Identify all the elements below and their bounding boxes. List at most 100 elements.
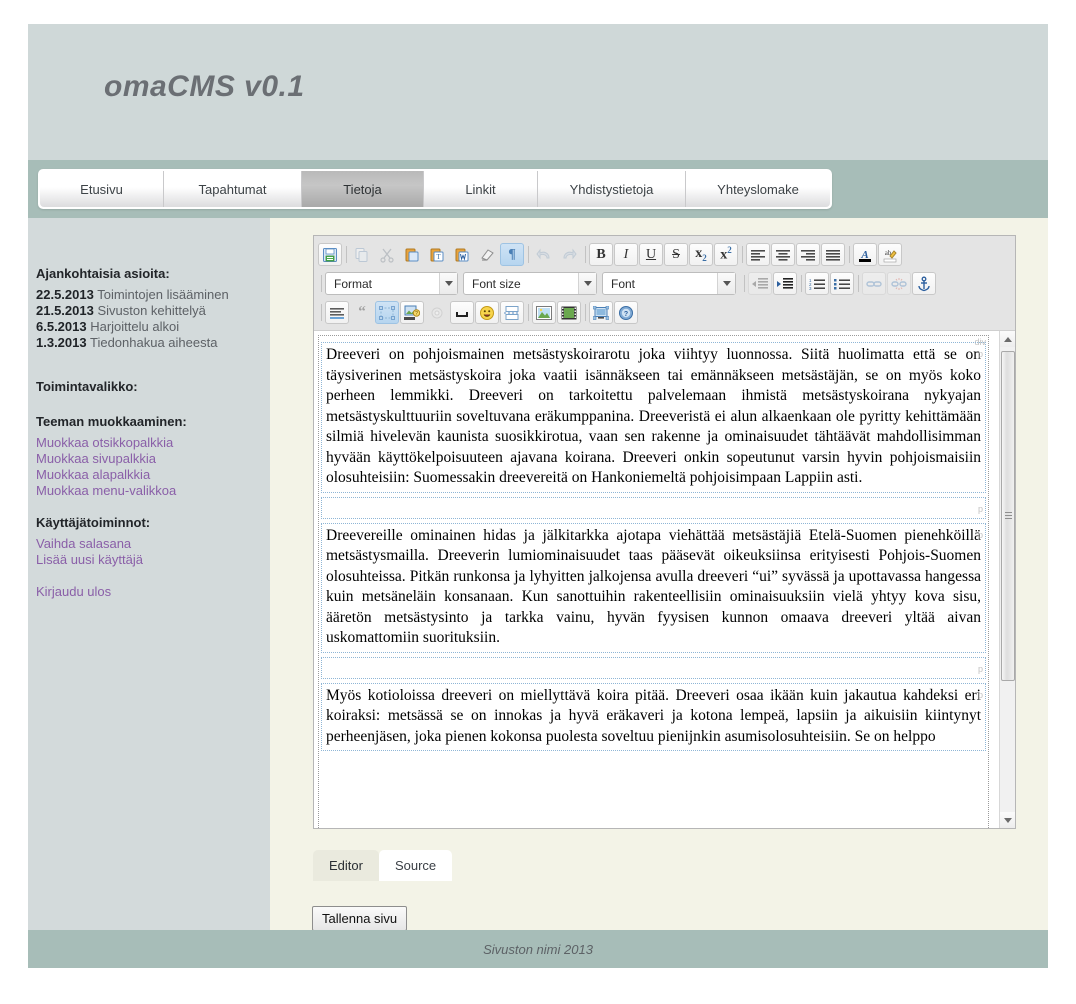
sidebar-user-links: Vaihda salasanaLisää uusi käyttäjä — [36, 536, 264, 568]
bulleted-list-icon[interactable] — [830, 272, 854, 295]
separator — [585, 304, 586, 321]
sidebar-item-muokkaa-menu-valikkoa[interactable]: Muokkaa menu-valikkoa — [36, 483, 264, 499]
site-footer: Sivuston nimi 2013 — [28, 930, 1048, 968]
indent-icon[interactable] — [773, 272, 797, 295]
sidebar-theme-heading: Teeman muokkaaminen: — [36, 414, 264, 429]
paste-icon[interactable] — [400, 243, 424, 266]
align-justify-icon[interactable] — [821, 243, 845, 266]
mode-tab-source[interactable]: Source — [379, 850, 452, 881]
bold-icon[interactable]: B — [589, 243, 613, 266]
content-panel: T ¶ — [270, 218, 1048, 930]
flash-icon[interactable] — [557, 301, 581, 324]
cut-icon[interactable] — [375, 243, 399, 266]
sidebar-item-lis-uusi-k-ytt-j[interactable]: Lisää uusi käyttäjä — [36, 552, 264, 568]
font-select[interactable]: Font — [602, 272, 736, 295]
sidebar-news-item: 6.5.2013 Harjoittelu alkoi — [36, 319, 264, 335]
unlink-icon[interactable] — [887, 272, 911, 295]
mode-tab-editor[interactable]: Editor — [313, 850, 379, 881]
scrollbar-thumb[interactable] — [1001, 351, 1015, 681]
outdent-icon[interactable] — [748, 272, 772, 295]
nav-tab-label: Tietoja — [343, 182, 382, 197]
remove-format-icon[interactable] — [475, 243, 499, 266]
sidebar-item-vaihda-salasana[interactable]: Vaihda salasana — [36, 536, 264, 552]
separator — [528, 304, 529, 321]
nav-tab-label: Yhteyslomake — [717, 182, 799, 197]
save-icon[interactable] — [318, 243, 342, 266]
sidebar-news-date: 6.5.2013 — [36, 319, 87, 334]
undo-icon[interactable] — [532, 243, 556, 266]
format-select[interactable]: Format — [325, 272, 458, 295]
image-properties-icon[interactable]: ? — [400, 301, 424, 324]
paste-as-text-icon[interactable]: T — [425, 243, 449, 266]
sidebar-item-muokkaa-sivupalkkia[interactable]: Muokkaa sivupalkkia — [36, 451, 264, 467]
rich-text-editor: T ¶ — [313, 235, 1016, 829]
editor-mode-tabs: Editor Source — [313, 850, 452, 881]
scroll-down-icon[interactable] — [1000, 812, 1015, 828]
editor-content-area[interactable]: div pDreeveri on pohjoismainen metsästys… — [314, 331, 1015, 828]
link-icon[interactable] — [862, 272, 886, 295]
editor-toolbar: T ¶ — [314, 236, 1015, 331]
editor-empty-paragraph[interactable]: p — [321, 657, 986, 679]
show-blocks-icon[interactable]: ¶ — [500, 243, 524, 266]
nav-tab-yhteyslomake[interactable]: Yhteyslomake — [686, 171, 830, 207]
about-icon[interactable]: ? — [614, 301, 638, 324]
editor-scrollbar[interactable] — [999, 331, 1015, 828]
subscript-icon[interactable]: x2 — [689, 243, 713, 266]
save-page-button[interactable]: Tallenna sivu — [312, 906, 407, 931]
editor-document-block[interactable]: div pDreeveri on pohjoismainen metsästys… — [318, 335, 989, 828]
anchor-icon[interactable] — [912, 272, 936, 295]
align-left-icon[interactable] — [746, 243, 770, 266]
paragraph-text: Myös kotioloissa dreeveri on miellyttävä… — [326, 687, 981, 745]
image-icon[interactable] — [532, 301, 556, 324]
block-tag-label: p — [978, 685, 983, 706]
create-div-icon[interactable] — [375, 301, 399, 324]
sidebar-user-block: Käyttäjätoiminnot: Vaihda salasanaLisää … — [36, 515, 264, 568]
text-color-icon[interactable]: A — [853, 243, 877, 266]
maximize-icon[interactable] — [589, 301, 613, 324]
toolbar-row-2: Format Font size Font — [318, 270, 1011, 297]
underline-icon[interactable]: U — [639, 243, 663, 266]
quote-icon[interactable]: “ — [350, 301, 374, 324]
nav-tab-linkit[interactable]: Linkit — [424, 171, 538, 207]
settings-icon[interactable] — [425, 301, 449, 324]
separator — [585, 246, 586, 263]
smiley-icon[interactable] — [475, 301, 499, 324]
sidebar-item-muokkaa-alapalkkia[interactable]: Muokkaa alapalkkia — [36, 467, 264, 483]
nbsp-icon[interactable] — [450, 301, 474, 324]
mode-tab-label: Source — [395, 858, 436, 873]
redo-icon[interactable] — [557, 243, 581, 266]
numbered-list-icon[interactable]: 123 — [805, 272, 829, 295]
editor-paragraph[interactable]: pDreeveri on pohjoismainen metsästyskoir… — [321, 342, 986, 493]
sidebar-item-logout[interactable]: Kirjaudu ulos — [36, 584, 264, 600]
editor-paragraph[interactable]: pDreevereille ominainen hidas ja jälkita… — [321, 523, 986, 653]
strikethrough-icon[interactable]: S — [664, 243, 688, 266]
blockquote-icon[interactable] — [325, 301, 349, 324]
italic-icon[interactable]: I — [614, 243, 638, 266]
font-size-select[interactable]: Font size — [463, 272, 597, 295]
nav-tab-etusivu[interactable]: Etusivu — [40, 171, 164, 207]
copy-icon[interactable] — [350, 243, 374, 266]
sidebar-theme-block: Teeman muokkaaminen: Muokkaa otsikkopalk… — [36, 414, 264, 499]
sidebar-user-heading: Käyttäjätoiminnot: — [36, 515, 264, 530]
align-center-icon[interactable] — [771, 243, 795, 266]
mode-tab-label: Editor — [329, 858, 363, 873]
editor-empty-paragraph[interactable]: p — [321, 497, 986, 519]
sidebar-news-item: 21.5.2013 Sivuston kehittelyä — [36, 303, 264, 319]
background-color-icon[interactable]: ab — [878, 243, 902, 266]
scroll-up-icon[interactable] — [1000, 331, 1015, 347]
paste-from-word-icon[interactable] — [450, 243, 474, 266]
nav-tab-yhdistystietoja[interactable]: Yhdistystietoja — [538, 171, 686, 207]
align-right-icon[interactable] — [796, 243, 820, 266]
separator — [858, 275, 859, 292]
separator — [801, 275, 802, 292]
sidebar-news-date: 22.5.2013 — [36, 287, 94, 302]
nav-tab-tietoja[interactable]: Tietoja — [302, 171, 424, 207]
main-navigation: EtusivuTapahtumat Tietoja LinkitYhdistysti… — [38, 169, 832, 209]
sidebar-item-muokkaa-otsikkopalkkia[interactable]: Muokkaa otsikkopalkkia — [36, 435, 264, 451]
superscript-icon[interactable]: x2 — [714, 243, 738, 266]
paragraph-text: Dreevereille ominainen hidas ja jälkitar… — [326, 527, 981, 647]
page-break-icon[interactable] — [500, 301, 524, 324]
editor-paragraph[interactable]: pMyös kotioloissa dreeveri on miellyttäv… — [321, 683, 986, 752]
nav-tab-tapahtumat[interactable]: Tapahtumat — [164, 171, 302, 207]
sidebar-news-date: 1.3.2013 — [36, 335, 87, 350]
